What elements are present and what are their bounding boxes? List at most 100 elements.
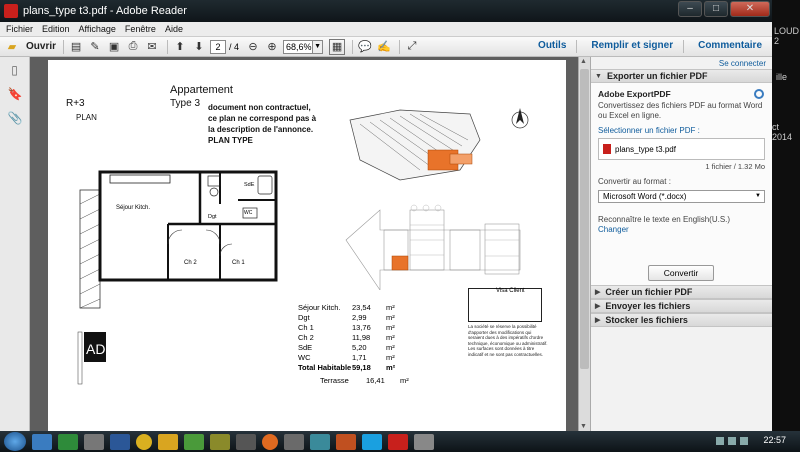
save-icon[interactable]: ▣	[106, 39, 122, 55]
table-row: Séjour Kitch. 23,54 m²	[298, 303, 395, 312]
volume-icon[interactable]	[740, 437, 748, 445]
fill-sign-button[interactable]: Remplir et signer	[591, 40, 673, 53]
highlight-icon[interactable]: ✍	[376, 39, 392, 55]
room-label-wc: WC	[244, 210, 253, 216]
sign-in-link[interactable]: Se connecter	[591, 57, 772, 69]
page-number-input[interactable]: 2	[210, 39, 227, 54]
comment-bubble-icon[interactable]: 💬	[357, 39, 373, 55]
word-icon[interactable]	[110, 433, 130, 450]
selected-file-box[interactable]: plans_type t3.pdf	[598, 138, 765, 160]
app-icon[interactable]	[336, 433, 356, 450]
print-icon[interactable]: ⎙	[125, 39, 141, 55]
service-name: Adobe ExportPDF	[598, 89, 671, 99]
convert-button[interactable]: Convertir	[648, 265, 714, 281]
start-button[interactable]	[4, 432, 26, 451]
table-row: Dgt 2,99 m²	[298, 313, 395, 322]
app-icon[interactable]	[236, 433, 256, 450]
menu-affichage[interactable]: Affichage	[79, 24, 116, 34]
menu-aide[interactable]: Aide	[165, 24, 183, 34]
bookmarks-icon[interactable]: 🔖	[8, 87, 23, 101]
title-bar: plans_type t3.pdf - Adobe Reader – □ ✕	[0, 0, 800, 22]
building-floor-diagram	[345, 204, 521, 290]
close-button[interactable]: ✕	[730, 1, 770, 17]
change-language-link[interactable]: Changer	[598, 225, 765, 234]
terrace-row: Terrasse 16,41 m²	[320, 376, 409, 385]
scroll-down-icon[interactable]: ▼	[580, 423, 587, 430]
app-icon[interactable]	[310, 433, 330, 450]
page-thumbnails-icon[interactable]: ▯	[8, 63, 22, 77]
room-label-ch1: Ch 1	[232, 260, 245, 266]
chevron-right-icon: ▶	[595, 303, 601, 310]
zoom-dropdown-icon[interactable]: ▼	[313, 39, 324, 54]
menu-fenetre[interactable]: Fenêtre	[125, 24, 156, 34]
store-files-header[interactable]: ▶ Stocker les fichiers	[591, 313, 772, 327]
document-view[interactable]: R+3 PLAN Appartement Type 3 document non…	[30, 57, 578, 431]
scroll-up-icon[interactable]: ▲	[580, 58, 587, 65]
app-icon[interactable]	[414, 433, 434, 450]
firefox-icon[interactable]	[262, 433, 278, 450]
export-pdf-header[interactable]: ▼ Exporter un fichier PDF	[591, 69, 772, 83]
room-label-dgt: Dgt	[208, 214, 217, 220]
navigation-rail: ▯ 🔖 📎	[0, 57, 30, 431]
service-description: Convertissez des fichiers PDF au format …	[598, 101, 763, 120]
previous-page-icon[interactable]: ⬆	[172, 39, 188, 55]
floor-label: R+3	[66, 98, 85, 109]
tray-icon[interactable]	[716, 437, 724, 445]
email-icon[interactable]: ✉	[144, 39, 160, 55]
app-icon[interactable]	[284, 433, 304, 450]
create-pdf-header[interactable]: ▶ Créer un fichier PDF	[591, 285, 772, 299]
table-row: Ch 2 11,98 m²	[298, 333, 395, 342]
menu-fichier[interactable]: Fichier	[6, 24, 33, 34]
next-page-icon[interactable]: ⬇	[191, 39, 207, 55]
scrollbar-thumb[interactable]	[580, 69, 589, 369]
apartment-type: Type 3	[170, 98, 201, 109]
select-pdf-label: Sélectionner un fichier PDF :	[598, 126, 700, 135]
room-label-sejour: Séjour Kitch.	[116, 205, 150, 211]
adobe-reader-icon	[4, 4, 18, 18]
calculator-icon[interactable]	[84, 433, 104, 450]
toolbar: ▰ Ouvrir ▤ ✎ ▣ ⎙ ✉ ⬆ ⬇ 2 / 4 ⊖ ⊕ 68,6% ▼…	[0, 37, 772, 57]
send-files-header[interactable]: ▶ Envoyer les fichiers	[591, 299, 772, 313]
visa-client-label: Visa Client	[496, 288, 525, 294]
zoom-in-icon[interactable]: ⊕	[264, 39, 280, 55]
open-folder-icon[interactable]: ▰	[4, 39, 20, 55]
tray-icon[interactable]	[728, 437, 736, 445]
window-title: plans_type t3.pdf - Adobe Reader	[23, 5, 187, 17]
adobe-reader-task-icon[interactable]	[388, 433, 408, 450]
excel-icon[interactable]	[58, 433, 78, 450]
clock[interactable]: 22:57	[763, 435, 786, 445]
tools-button[interactable]: Outils	[538, 40, 566, 53]
export-pdf-panel: Adobe ExportPDF Convertissez des fichier…	[591, 83, 772, 285]
attachments-icon[interactable]: 📎	[8, 111, 23, 125]
create-pdf-icon[interactable]: ▤	[68, 39, 84, 55]
app-icon[interactable]	[184, 433, 204, 450]
floor-plan-drawing: Séjour Kitch. Ch 2 Ch 1 SdE Dgt WC	[79, 170, 278, 309]
table-row: WC 1,71 m²	[298, 353, 395, 362]
menu-bar: Fichier Edition Affichage Fenêtre Aide	[0, 22, 772, 37]
vertical-scrollbar[interactable]: ▲ ▼	[578, 57, 590, 431]
internet-explorer-icon[interactable]	[32, 433, 52, 450]
zoom-out-icon[interactable]: ⊖	[245, 39, 261, 55]
format-select[interactable]: Microsoft Word (*.docx) ▼	[598, 190, 765, 203]
maximize-button[interactable]: □	[704, 1, 728, 17]
skype-icon[interactable]	[362, 433, 382, 450]
minimize-button[interactable]: –	[678, 1, 702, 17]
background-text-date: ct 2014	[772, 122, 793, 142]
chrome-icon[interactable]	[136, 433, 152, 450]
comment-button[interactable]: Commentaire	[698, 40, 762, 53]
menu-edition[interactable]: Edition	[42, 24, 70, 34]
edit-icon[interactable]: ✎	[87, 39, 103, 55]
pdf-file-icon	[603, 144, 611, 154]
app-icon[interactable]	[210, 433, 230, 450]
fit-page-icon[interactable]: ▦	[329, 38, 346, 55]
system-tray	[712, 437, 748, 445]
site-plan-drawing	[349, 108, 529, 181]
pdf-page: R+3 PLAN Appartement Type 3 document non…	[48, 60, 566, 431]
room-label-sde: SdE	[244, 182, 255, 188]
dropdown-arrow-icon: ▼	[755, 193, 761, 199]
folder-icon[interactable]	[158, 433, 178, 450]
chevron-right-icon: ▶	[595, 317, 601, 324]
open-button[interactable]: Ouvrir	[23, 41, 59, 52]
zoom-input[interactable]: 68,6%	[283, 39, 314, 54]
expand-icon[interactable]: ⤢	[404, 39, 420, 55]
